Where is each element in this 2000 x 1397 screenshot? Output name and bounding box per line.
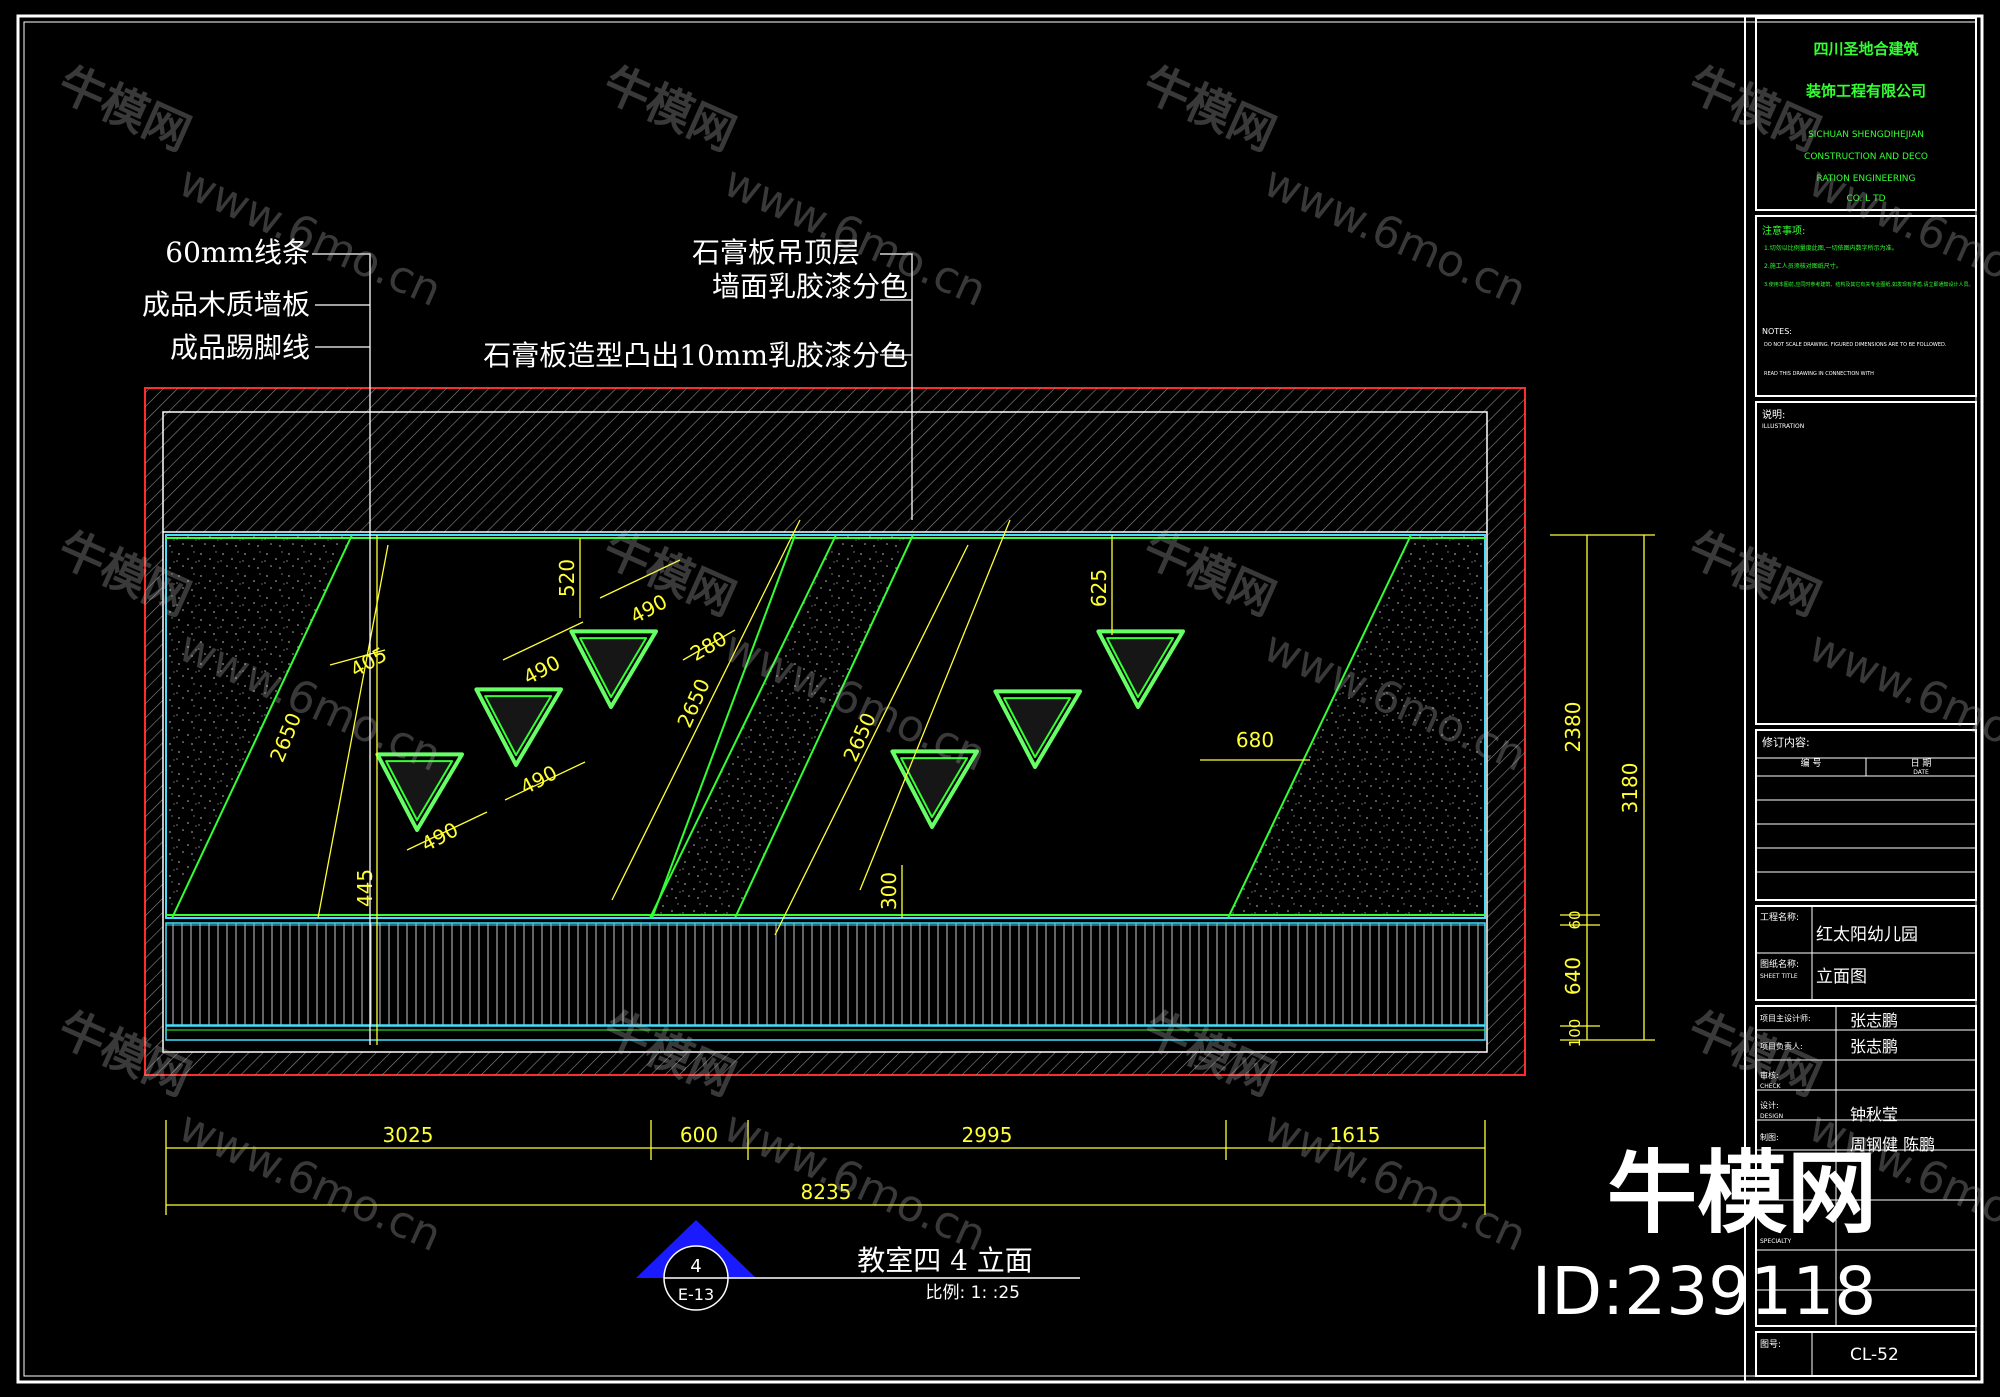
tb-revision-label: 修订内容: [1762,735,1810,749]
tb-sheet-title: 立面图 [1816,967,1867,987]
tb-sheet-label: 图纸名称: [1760,958,1799,970]
dim-right-4: 100 [1566,1019,1584,1048]
triangle-motif [1096,629,1185,709]
dim-bottom-1: 3025 [383,1123,434,1147]
triangle-motif [569,629,658,709]
dim-top-gap-right: 625 [1087,569,1111,607]
tb-notes-en-heading: NOTES: [1762,327,1792,336]
tb-manager: 张志鹏 [1850,1037,1898,1056]
callout-paint-split: 墙面乳胶漆分色 [712,270,908,303]
dim-tri-spacing: 490 [417,817,462,856]
dim-bottom-gap-right: 300 [877,872,901,910]
view-marker-sheet: E-13 [678,1285,714,1304]
tb-drawing-no-label: 图号: [1760,1339,1781,1350]
callout-wood-panel: 成品木质墙板 [142,288,310,321]
triangle-motif [474,687,563,767]
tb-designer-label: 项目主设计师: [1760,1013,1811,1023]
dim-right-1: 2380 [1561,702,1585,753]
view-marker: 4 E-13 教室四 4 立面 比例: 1: :25 [636,1220,1080,1311]
tb-design-label: 设计: [1760,1100,1779,1110]
watermark: 牛模网www.6mo.cn [1681,521,2000,782]
callout-skirting: 成品踢脚线 [170,331,310,364]
watermark-brand: 牛模网 [1136,56,1284,161]
callout-labels: 60mm线条 成品木质墙板 成品踢脚线 石膏板吊顶层 墙面乳胶漆分色 石膏板造型… [142,236,908,372]
triangle-motif [993,689,1082,769]
site-logo: 牛模网 ID:239118 [1532,1141,1877,1330]
dim-bottom-gap-left: 445 [353,869,377,907]
dim-right-total: 3180 [1618,763,1642,814]
watermark-url: www.6mo.cn [1256,1101,1533,1262]
dim-top-gap-left: 520 [555,559,579,597]
watermark-brand: 牛模网 [1136,521,1284,626]
tb-revision-box [1755,729,1977,901]
dim-right-3: 640 [1561,957,1585,995]
watermark: 牛模网www.6mo.cn [1136,56,1534,317]
tb-design-en: DESIGN [1760,1113,1783,1120]
ceiling-soffit-hatch [163,412,1487,532]
watermark-brand: 牛模网 [596,56,744,161]
tb-note-en: DO NOT SCALE DRAWING. FIGURED DIMENSIONS… [1764,342,1947,348]
watermark-brand: 牛模网 [1681,56,1829,161]
tb-note: 2.施工人员须核对图纸尺寸。 [1764,262,1842,270]
tb-illustration-label: 说明: [1762,408,1785,421]
watermarks: 牛模网www.6mo.cn牛模网www.6mo.cn牛模网www.6mo.cn牛… [51,56,2000,1262]
tb-note-en: READ THIS DRAWING IN CONNECTION WITH [1764,371,1874,377]
tb-project-label: 工程名称: [1760,911,1799,923]
tb-revision-no: 编 号 [1801,757,1822,769]
logo-brand-text: 牛模网 [1607,1141,1877,1246]
tb-company-cn-1: 四川圣地合建筑 [1813,40,1918,58]
tb-illustration-en: ILLUSTRATION [1762,423,1804,430]
dim-offset-left: 405 [346,642,391,682]
watermark-brand: 牛模网 [1681,521,1829,626]
skirting-board [165,1025,1486,1041]
view-scale: 比例: 1: :25 [926,1283,1020,1303]
tb-sheet-label-en: SHEET TITLE [1760,973,1798,980]
dim-bottom-3: 2995 [962,1123,1013,1147]
tb-revision-date-en: DATE [1913,769,1929,776]
tb-revision-date: 日 期 [1911,758,1932,769]
tb-notes-heading: 注意事项: [1762,224,1805,237]
watermark-url: www.6mo.cn [1256,156,1533,317]
tb-designer: 张志鹏 [1850,1011,1898,1030]
tb-company-cn-2: 装饰工程有限公司 [1805,82,1926,100]
view-marker-number: 4 [690,1256,701,1277]
dim-stripe-mid: 2650 [672,675,715,731]
watermark: 牛模网www.6mo.cn [51,56,449,317]
watermark-url: www.6mo.cn [716,1101,993,1262]
logo-id-text: ID:239118 [1532,1253,1876,1330]
tb-project-name: 红太阳幼儿园 [1816,925,1918,945]
dim-bottom-2: 600 [680,1123,718,1147]
watermark-brand: 牛模网 [51,56,199,161]
tb-company-en-1: SICHUAN SHENGDIHEJIAN [1808,130,1924,140]
elevation-drawing-canvas: 3025 600 2995 1615 8235 2380 60 640 100 … [16,14,2000,1384]
dim-right-2: 60 [1566,910,1584,929]
tb-note: 1.切勿以比例量度此图,一切依图内数字所示为准。 [1764,244,1898,252]
callout-gypsum-raised: 石膏板造型凸出10mm乳胶漆分色 [483,339,908,372]
dim-tri-spacing: 490 [519,650,564,689]
tb-drawing-no: CL-52 [1850,1345,1899,1365]
dim-tri-spacing: 490 [516,760,561,799]
wainscot-board [165,922,1486,1026]
tb-note: 3.使用本图前,应同时参考建筑、结构及其它有关专业图纸,如发现有矛盾,请立即通知… [1764,281,1974,288]
dim-right-gap: 680 [1236,728,1274,752]
